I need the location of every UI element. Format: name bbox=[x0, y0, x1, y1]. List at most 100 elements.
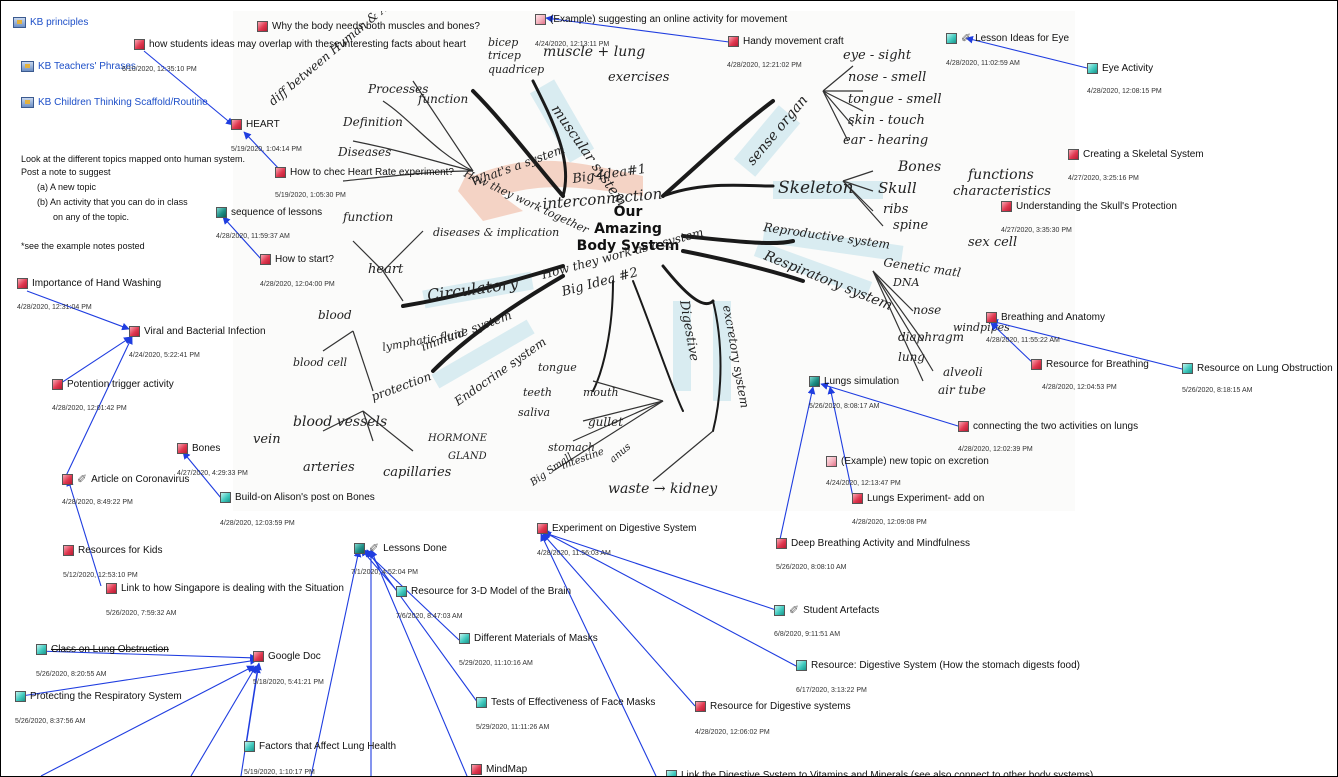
instructions-line3: (a) A new topic bbox=[37, 182, 97, 192]
note-stomach-digests[interactable]: Resource: Digestive System (How the stom… bbox=[796, 660, 1080, 671]
label-quadricep: quadricep bbox=[488, 63, 544, 76]
instructions-line2: Post a note to suggest bbox=[21, 167, 111, 177]
note-timestamp: 4/28/2020, 12:08:15 PM bbox=[1087, 88, 1162, 95]
note-digestive-resources[interactable]: Resource for Digestive systems bbox=[695, 701, 851, 712]
label-diaphragm: diaphragm bbox=[898, 330, 964, 344]
instructions-line4: (b) An activity that you can do in class bbox=[37, 197, 188, 207]
example-note-icon bbox=[826, 456, 837, 467]
note-icon bbox=[253, 651, 264, 662]
note-resource-breathing[interactable]: Resource for Breathing bbox=[1031, 359, 1149, 370]
label-tricep: tricep bbox=[488, 49, 521, 62]
note-deep-breathing[interactable]: Deep Breathing Activity and Mindfulness bbox=[776, 538, 970, 549]
note-title: (Example) new topic on excretion bbox=[841, 456, 989, 467]
label-nose: nose - smell bbox=[848, 70, 926, 85]
note-masks[interactable]: Different Materials of Masks bbox=[459, 633, 598, 644]
note-icon bbox=[17, 278, 28, 289]
note-brain-model[interactable]: Resource for 3-D Model of the Brain bbox=[396, 586, 571, 597]
instructions-line5: on any of the topic. bbox=[53, 212, 130, 222]
label-bones: Bones bbox=[897, 159, 941, 175]
note-coronavirus[interactable]: ✐ Article on Coronavirus bbox=[62, 472, 189, 486]
note-how-start[interactable]: How to start? bbox=[260, 254, 334, 265]
note-title: Resource for 3-D Model of the Brain bbox=[411, 586, 572, 597]
label-gland: GLAND bbox=[448, 451, 487, 462]
label-vein: vein bbox=[253, 432, 281, 447]
note-connecting-lungs[interactable]: connecting the two activities on lungs bbox=[958, 421, 1138, 432]
note-timestamp: 5/26/2020, 8:37:56 AM bbox=[15, 718, 86, 725]
note-skeletal-system[interactable]: Creating a Skeletal System bbox=[1068, 149, 1204, 160]
note-breathing-anatomy[interactable]: Breathing and Anatomy bbox=[986, 312, 1105, 323]
note-icon bbox=[134, 39, 145, 50]
note-heart[interactable]: HEART bbox=[231, 119, 280, 130]
note-protecting-resp[interactable]: Protecting the Respiratory System bbox=[15, 691, 182, 702]
note-title: How to chec Heart Rate experiment? bbox=[290, 167, 454, 178]
kb-teachers-phrases-link[interactable]: KB Teachers' Phrases bbox=[21, 61, 136, 72]
label-diseases-impl: diseases & implication bbox=[433, 226, 559, 239]
note-mindmap[interactable]: MindMap bbox=[471, 764, 527, 775]
note-face-masks[interactable]: Tests of Effectiveness of Face Masks bbox=[476, 697, 655, 708]
note-hand-washing[interactable]: Importance of Hand Washing bbox=[17, 278, 161, 289]
note-lungs-sim[interactable]: Lungs simulation bbox=[809, 376, 899, 387]
note-lungs-experiment[interactable]: Lungs Experiment- add on bbox=[852, 493, 984, 504]
note-build-alison[interactable]: Build-on Alison's post on Bones bbox=[220, 492, 375, 503]
note-google-doc[interactable]: Google Doc bbox=[253, 651, 321, 662]
note-icon bbox=[776, 538, 787, 549]
note-student-artefacts[interactable]: ✐ Student Artefacts bbox=[774, 603, 879, 617]
note-timestamp: 4/28/2020, 12:09:08 PM bbox=[852, 519, 927, 526]
note-bones[interactable]: Bones bbox=[177, 443, 220, 454]
note-lung-health[interactable]: Factors that Affect Lung Health bbox=[244, 741, 396, 752]
note-class-lung[interactable]: Class on Lung Obstruction bbox=[36, 644, 169, 655]
note-timestamp: 5/29/2020, 11:10:16 AM bbox=[459, 660, 533, 667]
label-dna: DNA bbox=[892, 276, 919, 289]
note-how-ideas[interactable]: how students ideas may overlap with thes… bbox=[134, 39, 466, 50]
note-digestive-exp[interactable]: Experiment on Digestive System bbox=[537, 523, 697, 534]
note-example-online[interactable]: (Example) suggesting an online activity … bbox=[535, 14, 787, 25]
note-timestamp: 5/26/2020, 8:08:10 AM bbox=[776, 564, 847, 571]
note-title: HEART bbox=[246, 119, 280, 130]
note-icon bbox=[459, 633, 470, 644]
label-ear: ear - hearing bbox=[843, 133, 928, 148]
note-viral[interactable]: Viral and Bacterial Infection bbox=[129, 326, 266, 337]
note-title: Experiment on Digestive System bbox=[552, 523, 697, 534]
note-title: Why the body needs both muscles and bone… bbox=[272, 21, 480, 32]
note-lesson-eye[interactable]: ✐ Lesson Ideas for Eye bbox=[946, 31, 1069, 45]
note-heart-rate[interactable]: How to chec Heart Rate experiment? bbox=[275, 167, 454, 178]
note-potention[interactable]: Potention trigger activity bbox=[52, 379, 174, 390]
note-title: Understanding the Skull's Protection bbox=[1016, 201, 1177, 212]
note-handy-movement[interactable]: Handy movement craft bbox=[728, 36, 844, 47]
attachment-paperclip-icon: ✐ bbox=[961, 31, 972, 45]
note-singapore[interactable]: Link to how Singapore is dealing with th… bbox=[106, 583, 344, 594]
note-icon bbox=[666, 770, 677, 776]
note-why-body[interactable]: Why the body needs both muscles and bone… bbox=[257, 21, 480, 32]
note-title: Google Doc bbox=[268, 651, 321, 662]
kb-principles-link[interactable]: KB principles bbox=[13, 17, 88, 28]
example-note-icon bbox=[535, 14, 546, 25]
note-timestamp: 4/28/2020, 11:56:03 AM bbox=[537, 550, 611, 557]
note-title: Link to how Singapore is dealing with th… bbox=[121, 583, 344, 594]
note-title: (Example) suggesting an online activity … bbox=[550, 14, 788, 25]
label-eye: eye - sight bbox=[843, 48, 912, 63]
label-bicep: bicep bbox=[488, 36, 518, 49]
note-eye-activity[interactable]: Eye Activity bbox=[1087, 63, 1153, 74]
note-timestamp: 4/28/2020, 12:04:00 PM bbox=[260, 281, 335, 288]
note-lessons-done[interactable]: ✐ Lessons Done bbox=[354, 541, 447, 555]
knowledge-forum-canvas[interactable]: Our Amazing Body System muscular system … bbox=[0, 0, 1338, 777]
kb-principles-label: KB principles bbox=[30, 17, 89, 28]
note-icon bbox=[15, 691, 26, 702]
note-vitamins[interactable]: Link the Digestive System to Vitamins an… bbox=[666, 770, 1093, 776]
note-timestamp: 5/19/2020, 1:05:30 PM bbox=[275, 192, 346, 199]
label-blood-cell: blood cell bbox=[293, 356, 348, 369]
label-waste-kidney: waste → kidney bbox=[608, 481, 718, 497]
kb-children-thinking-link[interactable]: KB Children Thinking Scaffold/Routine bbox=[21, 97, 208, 108]
label-characteristics: characteristics bbox=[953, 184, 1051, 199]
note-resources-kids[interactable]: Resources for Kids bbox=[63, 545, 162, 556]
note-lung-obstruction[interactable]: Resource on Lung Obstruction bbox=[1182, 363, 1333, 374]
note-timestamp: 5/18/2020, 5:41:21 PM bbox=[253, 679, 324, 686]
note-icon bbox=[36, 644, 47, 655]
note-sequence[interactable]: sequence of lessons bbox=[216, 207, 322, 218]
note-timestamp: 5/19/2020, 1:04:14 PM bbox=[231, 146, 302, 153]
note-skull-protection[interactable]: Understanding the Skull's Protection bbox=[1001, 201, 1177, 212]
note-example-excretion[interactable]: (Example) new topic on excretion bbox=[826, 456, 989, 467]
note-timestamp: 5/26/2020, 8:08:17 AM bbox=[809, 403, 880, 410]
note-icon bbox=[1031, 359, 1042, 370]
note-icon bbox=[354, 542, 365, 554]
